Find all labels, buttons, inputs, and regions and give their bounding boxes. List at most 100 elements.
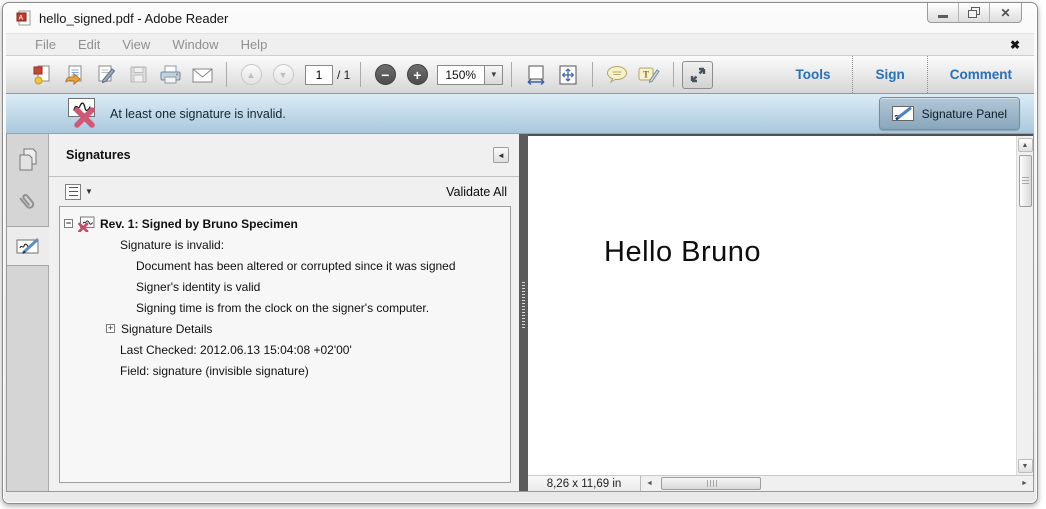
signatures-panel-header: Signatures ◄ bbox=[49, 134, 519, 177]
restore-icon bbox=[968, 7, 980, 18]
document-pane: Hello Bruno ▲ ▼ 8,26 x 11,69 in ◄ ► bbox=[528, 134, 1033, 491]
email-icon bbox=[192, 68, 212, 82]
menu-help[interactable]: Help bbox=[230, 37, 279, 52]
page-thumbnails-icon bbox=[19, 148, 37, 171]
vertical-scroll-thumb[interactable] bbox=[1018, 155, 1032, 207]
collapse-box-icon[interactable]: − bbox=[64, 219, 73, 228]
toolbar-separator bbox=[511, 62, 513, 87]
horizontal-scrollbar[interactable]: ◄ ► bbox=[641, 476, 1033, 491]
zoom-level-value[interactable]: 150% bbox=[437, 64, 486, 85]
document-body: Hello Bruno ▲ ▼ bbox=[528, 136, 1033, 475]
zoom-out-icon: − bbox=[374, 64, 396, 85]
toolbar-separator bbox=[360, 62, 362, 87]
print-button[interactable] bbox=[156, 61, 184, 89]
tree-item: Signing time is from the clock on the si… bbox=[60, 297, 510, 318]
tree-item: Last Checked: 2012.06.13 15:04:08 +02'00… bbox=[60, 339, 510, 360]
menu-edit[interactable]: Edit bbox=[67, 37, 111, 52]
previous-page-button[interactable]: ▲ bbox=[237, 61, 265, 89]
toolbar: ▲ ▼ / 1 − + 150% ▼ bbox=[6, 55, 1034, 94]
svg-text:A: A bbox=[19, 15, 24, 22]
create-pdf-icon bbox=[33, 65, 50, 84]
page-number-input[interactable] bbox=[305, 64, 333, 85]
zoom-dropdown-button[interactable]: ▼ bbox=[485, 64, 504, 85]
signatures-tab[interactable] bbox=[7, 226, 50, 266]
signature-details-row[interactable]: + Signature Details bbox=[60, 318, 510, 339]
close-button[interactable]: ✕ bbox=[990, 3, 1021, 22]
chevron-down-icon: ▼ bbox=[489, 70, 498, 79]
attachments-tab[interactable] bbox=[7, 183, 49, 223]
arrow-down-icon: ▼ bbox=[1021, 462, 1029, 470]
zoom-out-button[interactable]: − bbox=[371, 61, 399, 89]
menu-file[interactable]: File bbox=[24, 37, 67, 52]
tools-pane-button[interactable]: Tools bbox=[773, 56, 852, 93]
page-thumbnails-tab[interactable] bbox=[7, 140, 49, 180]
signatures-panel-toolbar: ▼ Validate All bbox=[49, 177, 519, 206]
expand-box-icon[interactable]: + bbox=[106, 324, 115, 333]
title-bar: A hello_signed.pdf - Adobe Reader ✕ bbox=[6, 3, 1034, 33]
minimize-icon bbox=[938, 14, 948, 18]
share-file-button[interactable] bbox=[60, 61, 88, 89]
fit-page-button[interactable] bbox=[554, 61, 582, 89]
fit-width-button[interactable] bbox=[522, 61, 550, 89]
panel-splitter[interactable] bbox=[519, 134, 528, 491]
comment-bubble-button[interactable] bbox=[603, 61, 631, 89]
signature-root-label: Rev. 1: Signed by Bruno Specimen bbox=[100, 216, 298, 231]
save-button[interactable] bbox=[124, 61, 152, 89]
tree-item-label: Signing time is from the clock on the si… bbox=[136, 300, 430, 315]
next-page-button[interactable]: ▼ bbox=[269, 61, 297, 89]
sign-pane-button[interactable]: Sign bbox=[853, 56, 926, 93]
scroll-up-button[interactable]: ▲ bbox=[1017, 138, 1033, 152]
arrow-left-icon: ◄ bbox=[646, 480, 653, 487]
document-status-bar: 8,26 x 11,69 in ◄ ► bbox=[528, 475, 1033, 491]
tree-item: Field: signature (invisible signature) bbox=[60, 360, 510, 381]
sign-document-button[interactable] bbox=[92, 61, 120, 89]
signature-panel-button[interactable]: Signature Panel bbox=[878, 97, 1020, 130]
next-page-icon: ▼ bbox=[272, 64, 294, 85]
horizontal-scroll-thumb[interactable] bbox=[661, 477, 761, 490]
scroll-down-button[interactable]: ▼ bbox=[1017, 459, 1033, 473]
create-pdf-button[interactable] bbox=[28, 61, 56, 89]
zoom-level-combo[interactable]: 150% ▼ bbox=[437, 64, 504, 85]
menu-window[interactable]: Window bbox=[161, 37, 229, 52]
previous-page-icon: ▲ bbox=[240, 64, 262, 85]
fullscreen-mode-button[interactable] bbox=[682, 60, 714, 89]
email-button[interactable] bbox=[188, 61, 216, 89]
tree-item-label: Field: signature (invisible signature) bbox=[120, 363, 309, 378]
sign-document-icon bbox=[98, 65, 116, 83]
signature-root-row[interactable]: − Rev. 1: Signed by Bruno Specimen bbox=[60, 213, 510, 234]
page-text: Hello Bruno bbox=[604, 236, 762, 268]
signatures-panel: Signatures ◄ ▼ Validate All − Rev. 1: Si… bbox=[49, 134, 519, 491]
scroll-right-button[interactable]: ► bbox=[1018, 480, 1031, 487]
zoom-in-button[interactable]: + bbox=[403, 61, 431, 89]
app-window: A hello_signed.pdf - Adobe Reader ✕ File… bbox=[2, 2, 1038, 504]
signature-invalid-icon bbox=[66, 97, 104, 131]
tree-item: Signer's identity is valid bbox=[60, 276, 510, 297]
menu-view[interactable]: View bbox=[111, 37, 161, 52]
text-annotation-button[interactable]: T bbox=[635, 61, 663, 89]
fit-width-icon bbox=[527, 65, 545, 85]
chevron-left-icon: ◄ bbox=[497, 150, 505, 160]
red-x-icon bbox=[74, 106, 95, 128]
comment-pane-button[interactable]: Comment bbox=[928, 56, 1034, 93]
zoom-in-icon: + bbox=[406, 64, 428, 85]
vertical-scrollbar[interactable]: ▲ ▼ bbox=[1016, 136, 1033, 475]
tree-item-label: Signature Details bbox=[121, 321, 213, 336]
options-menu-button[interactable]: ▼ bbox=[65, 183, 93, 200]
scroll-left-button[interactable]: ◄ bbox=[643, 480, 656, 487]
restore-button[interactable] bbox=[959, 3, 990, 22]
collapse-panel-button[interactable]: ◄ bbox=[493, 147, 509, 163]
signatures-tab-icon bbox=[16, 238, 38, 254]
toolbar-separator bbox=[592, 62, 594, 87]
validate-all-button[interactable]: Validate All bbox=[446, 185, 507, 199]
signature-status-text: At least one signature is invalid. bbox=[110, 106, 286, 121]
main-area: Signatures ◄ ▼ Validate All − Rev. 1: Si… bbox=[6, 134, 1034, 492]
options-list-icon bbox=[65, 183, 81, 200]
fit-page-icon bbox=[559, 65, 577, 84]
tree-item: Document has been altered or corrupted s… bbox=[60, 255, 510, 276]
minimize-button[interactable] bbox=[928, 3, 959, 22]
signature-panel-label: Signature Panel bbox=[921, 106, 1007, 121]
arrow-right-icon: ► bbox=[1021, 480, 1028, 487]
text-annotation-icon: T bbox=[638, 67, 661, 83]
menubar-close-icon[interactable]: ✖ bbox=[1010, 38, 1020, 52]
save-icon bbox=[130, 66, 146, 83]
